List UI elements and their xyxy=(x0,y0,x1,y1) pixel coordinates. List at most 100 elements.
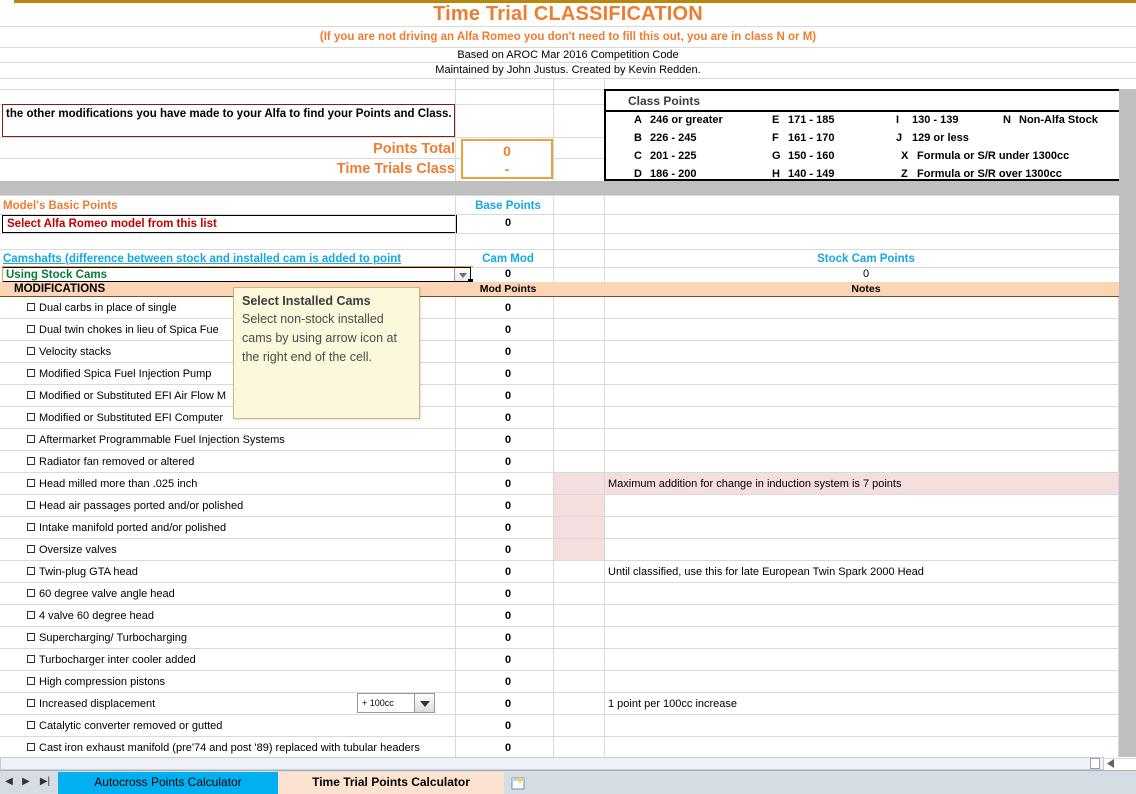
horizontal-scrollbar-thumb[interactable] xyxy=(1090,758,1100,769)
model-select-cell[interactable]: Select Alfa Romeo model from this list xyxy=(2,215,457,233)
checkbox[interactable] xyxy=(27,457,35,465)
checkbox[interactable] xyxy=(27,655,35,663)
gridline xyxy=(455,78,456,181)
checkbox[interactable] xyxy=(27,413,35,421)
nav-next-icon[interactable]: ▶ xyxy=(19,773,33,791)
checkbox[interactable] xyxy=(27,721,35,729)
checkbox[interactable] xyxy=(27,567,35,575)
nav-last-icon[interactable]: ▶| xyxy=(38,773,52,791)
class-range: 140 - 149 xyxy=(788,168,834,180)
modification-label: Turbocharger inter cooler added xyxy=(39,649,196,671)
table-row[interactable]: High compression pistons0 xyxy=(0,671,1136,693)
mod-points-value: 0 xyxy=(462,517,554,539)
time-trials-class-label: Time Trials Class xyxy=(250,159,455,179)
mod-points-value: 0 xyxy=(462,363,554,385)
table-row[interactable]: Twin-plug GTA head0Until classified, use… xyxy=(0,561,1136,583)
sheet-tab-time-trial[interactable]: Time Trial Points Calculator xyxy=(278,772,504,794)
class-range: 150 - 160 xyxy=(788,150,834,162)
pink-highlight-cell xyxy=(554,517,604,538)
class-points-title: Class Points xyxy=(606,91,1130,112)
modification-label: Increased displacement xyxy=(39,693,155,715)
mod-points-value: 0 xyxy=(462,583,554,605)
class-range: 171 - 185 xyxy=(788,114,834,126)
gridline xyxy=(0,233,1136,234)
points-total-box[interactable]: 0 - xyxy=(461,139,553,179)
mod-points-value: 0 xyxy=(462,561,554,583)
cam-mod-value: 0 xyxy=(462,267,554,282)
modification-label: Dual carbs in place of single xyxy=(39,297,177,319)
checkbox[interactable] xyxy=(27,523,35,531)
table-row[interactable]: Head milled more than .025 inch0Maximum … xyxy=(0,473,1136,495)
displacement-dropdown[interactable]: + 100cc xyxy=(357,693,435,713)
chevron-down-icon[interactable] xyxy=(414,694,434,712)
class-range: 246 or greater xyxy=(650,114,723,126)
checkbox[interactable] xyxy=(27,479,35,487)
points-total-value: 0 xyxy=(463,142,551,161)
gridline xyxy=(604,195,605,282)
checkbox[interactable] xyxy=(27,325,35,333)
class-points-row: B226 - 245 F161 - 170 J129 or less xyxy=(606,130,1130,147)
checkbox[interactable] xyxy=(27,435,35,443)
checkbox[interactable] xyxy=(27,303,35,311)
table-row[interactable]: Intake manifold ported and/or polished 0 xyxy=(0,517,1136,539)
checkbox[interactable] xyxy=(27,633,35,641)
class-range: 201 - 225 xyxy=(650,150,696,162)
table-row[interactable]: Aftermarket Programmable Fuel Injection … xyxy=(0,429,1136,451)
checkbox[interactable] xyxy=(27,369,35,377)
scroll-left-arrow-icon[interactable] xyxy=(1104,757,1118,770)
modifications-header-row: MODIFICATIONS Mod Points Notes xyxy=(0,282,1136,297)
class-letter: C xyxy=(634,148,650,165)
checkbox[interactable] xyxy=(27,699,35,707)
cam-select-highlight xyxy=(2,266,473,283)
table-row[interactable]: 4 valve 60 degree head0 xyxy=(0,605,1136,627)
table-row[interactable]: Oversize valves0 xyxy=(0,539,1136,561)
checkbox[interactable] xyxy=(27,743,35,751)
table-row[interactable]: Modified or Substituted EFI Computer0 xyxy=(0,407,1136,429)
sheet-nav-buttons[interactable]: ◀ ▶ ▶| xyxy=(2,773,58,791)
mod-points-value: 0 xyxy=(462,473,554,495)
modification-label: Modified or Substituted EFI Air Flow M xyxy=(39,385,226,407)
table-row[interactable]: Radiator fan removed or altered0 xyxy=(0,451,1136,473)
table-row[interactable]: Velocity stacks0 xyxy=(0,341,1136,363)
table-row[interactable]: Supercharging/ Turbocharging0 xyxy=(0,627,1136,649)
mod-points-value: 0 xyxy=(462,737,554,759)
table-row[interactable]: Dual carbs in place of single 0 xyxy=(0,297,1136,319)
table-row[interactable]: Turbocharger inter cooler added0 xyxy=(0,649,1136,671)
mod-points-value: 0 xyxy=(462,297,554,319)
table-row[interactable]: 60 degree valve angle head 0 xyxy=(0,583,1136,605)
new-sheet-icon[interactable] xyxy=(508,774,530,792)
table-row[interactable]: Cast iron exhaust manifold (pre'74 and p… xyxy=(0,737,1136,759)
table-row[interactable]: Head air passages ported and/or polished… xyxy=(0,495,1136,517)
modification-label: 4 valve 60 degree head xyxy=(39,605,154,627)
checkbox[interactable] xyxy=(27,677,35,685)
modification-label: 60 degree valve angle head xyxy=(39,583,175,605)
class-points-box: Class Points A246 or greater E171 - 185 … xyxy=(604,89,1132,181)
class-range: 226 - 245 xyxy=(650,132,696,144)
checkbox[interactable] xyxy=(27,611,35,619)
checkbox[interactable] xyxy=(27,589,35,597)
horizontal-scrollbar[interactable] xyxy=(0,757,1104,770)
checkbox[interactable] xyxy=(27,347,35,355)
gridline xyxy=(0,47,1136,48)
table-row[interactable]: Dual twin chokes in lieu of Spica Fue0 xyxy=(0,319,1136,341)
gridline xyxy=(553,297,554,757)
class-range: 130 - 139 xyxy=(912,114,958,126)
checkbox[interactable] xyxy=(27,501,35,509)
mod-points-value: 0 xyxy=(462,385,554,407)
mod-points-value: 0 xyxy=(462,627,554,649)
checkbox[interactable] xyxy=(27,391,35,399)
modification-note: 1 point per 100cc increase xyxy=(608,693,737,715)
stock-cam-points-value: 0 xyxy=(606,267,1126,282)
sheet-tab-autocross[interactable]: Autocross Points Calculator xyxy=(58,772,278,794)
modification-label: Intake manifold ported and/or polished xyxy=(39,517,226,539)
modification-label: Catalytic converter removed or gutted xyxy=(39,715,222,737)
table-row[interactable]: Increased displacement01 point per 100cc… xyxy=(0,693,1136,715)
modification-label: High compression pistons xyxy=(39,671,165,693)
table-row[interactable]: Modified or Substituted EFI Air Flow M 0 xyxy=(0,385,1136,407)
table-row[interactable]: Modified Spica Fuel Injection Pump0 xyxy=(0,363,1136,385)
nav-first-icon[interactable]: ◀ xyxy=(2,773,16,791)
checkbox[interactable] xyxy=(27,545,35,553)
tooltip-body: Select non-stock installed cams by using… xyxy=(242,310,411,367)
table-row[interactable]: Catalytic converter removed or gutted0 xyxy=(0,715,1136,737)
modification-note: Maximum addition for change in induction… xyxy=(608,473,901,495)
